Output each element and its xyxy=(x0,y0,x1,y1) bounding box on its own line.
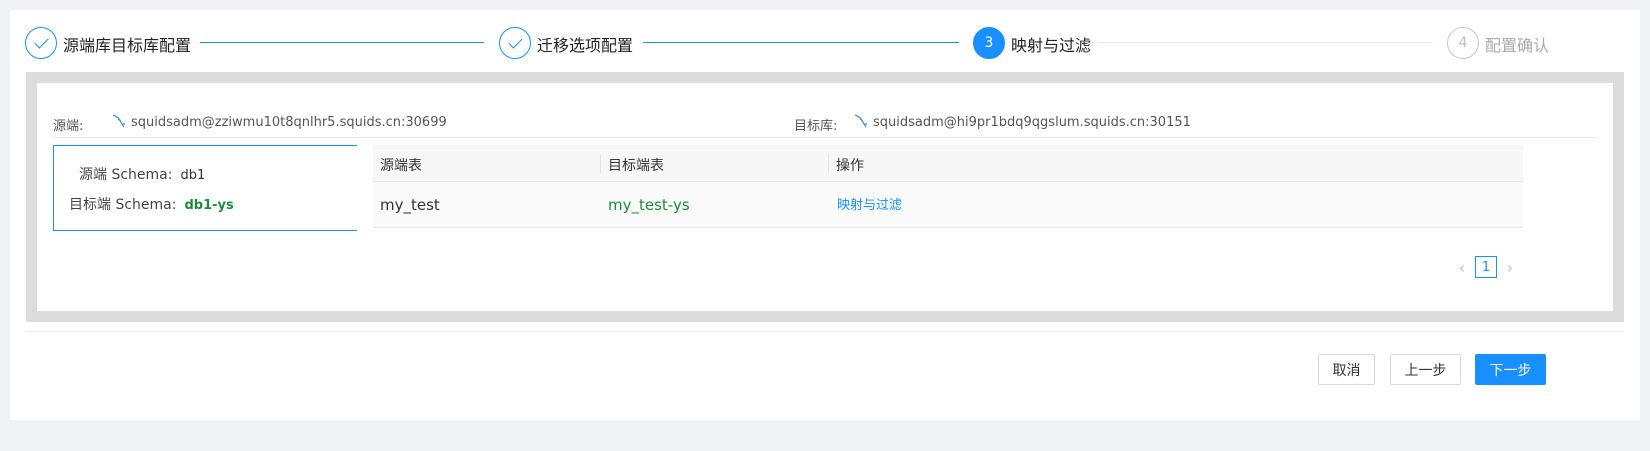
source-connection: squidsadm@zziwmu10t8qnlhr5.squids.cn:306… xyxy=(131,115,447,130)
column-divider xyxy=(828,154,829,173)
wizard-steps: 源端库目标库配置 迁移选项配置 3 映射与过滤 4 配置确认 xyxy=(10,10,1640,72)
mysql-dolphin-icon xyxy=(854,114,867,128)
step-connector xyxy=(1099,42,1433,43)
target-table-cell: my_test-ys xyxy=(608,196,690,214)
target-schema-value: db1-ys xyxy=(184,198,234,213)
mysql-dolphin-icon xyxy=(112,114,125,128)
target-schema-key: 目标端 Schema: xyxy=(69,197,177,213)
mapping-frame: 源端: squidsadm@zziwmu10t8qnlhr5.squids.cn… xyxy=(26,72,1624,322)
column-header-target: 目标端表 xyxy=(608,158,664,174)
target-schema-row: 目标端 Schema: db1-ys xyxy=(69,194,234,214)
source-label: 源端: xyxy=(53,119,84,134)
step-connector xyxy=(200,42,484,43)
source-table-cell: my_test xyxy=(380,196,440,214)
previous-step-button[interactable]: 上一步 xyxy=(1390,354,1461,385)
step-1-check-icon xyxy=(25,27,57,59)
source-schema-row: 源端 Schema: db1 xyxy=(79,164,205,184)
table-header: 源端表 目标端表 操作 xyxy=(373,145,1523,182)
page-number-button[interactable]: 1 xyxy=(1475,256,1497,278)
column-header-action: 操作 xyxy=(836,158,864,174)
connection-info-row: 源端: squidsadm@zziwmu10t8qnlhr5.squids.cn… xyxy=(53,103,1597,138)
column-header-source: 源端表 xyxy=(380,158,422,174)
source-schema-value: db1 xyxy=(180,168,206,183)
mapping-table: 源端表 目标端表 操作 my_test my_test-ys 映射与过滤 xyxy=(373,145,1523,228)
step-1-title: 源端库目标库配置 xyxy=(63,36,192,55)
step-4-title: 配置确认 xyxy=(1485,36,1550,55)
schema-selector[interactable]: 源端 Schema: db1 目标端 Schema: db1-ys xyxy=(53,145,357,231)
chevron-left-icon[interactable]: ‹ xyxy=(1455,256,1469,278)
next-step-button[interactable]: 下一步 xyxy=(1475,354,1546,385)
step-2-check-icon xyxy=(499,27,531,59)
source-schema-key: 源端 Schema: xyxy=(79,167,173,183)
step-3-number: 3 xyxy=(973,27,1005,59)
chevron-right-icon[interactable]: › xyxy=(1503,256,1517,278)
migration-wizard-panel: 源端库目标库配置 迁移选项配置 3 映射与过滤 4 配置确认 源端: squid… xyxy=(10,10,1640,420)
table-row: my_test my_test-ys 映射与过滤 xyxy=(373,182,1523,228)
step-connector xyxy=(643,42,959,43)
target-label: 目标库: xyxy=(794,119,838,134)
footer-divider xyxy=(26,331,1624,332)
step-4-number: 4 xyxy=(1447,27,1479,59)
column-divider xyxy=(600,154,601,173)
target-connection: squidsadm@hi9pr1bdq9qgslum.squids.cn:301… xyxy=(873,115,1191,130)
step-3-title: 映射与过滤 xyxy=(1011,36,1092,55)
step-2-title: 迁移选项配置 xyxy=(537,36,634,55)
cancel-button[interactable]: 取消 xyxy=(1318,354,1375,385)
map-filter-link[interactable]: 映射与过滤 xyxy=(837,194,902,213)
mapping-content: 源端: squidsadm@zziwmu10t8qnlhr5.squids.cn… xyxy=(37,83,1613,311)
